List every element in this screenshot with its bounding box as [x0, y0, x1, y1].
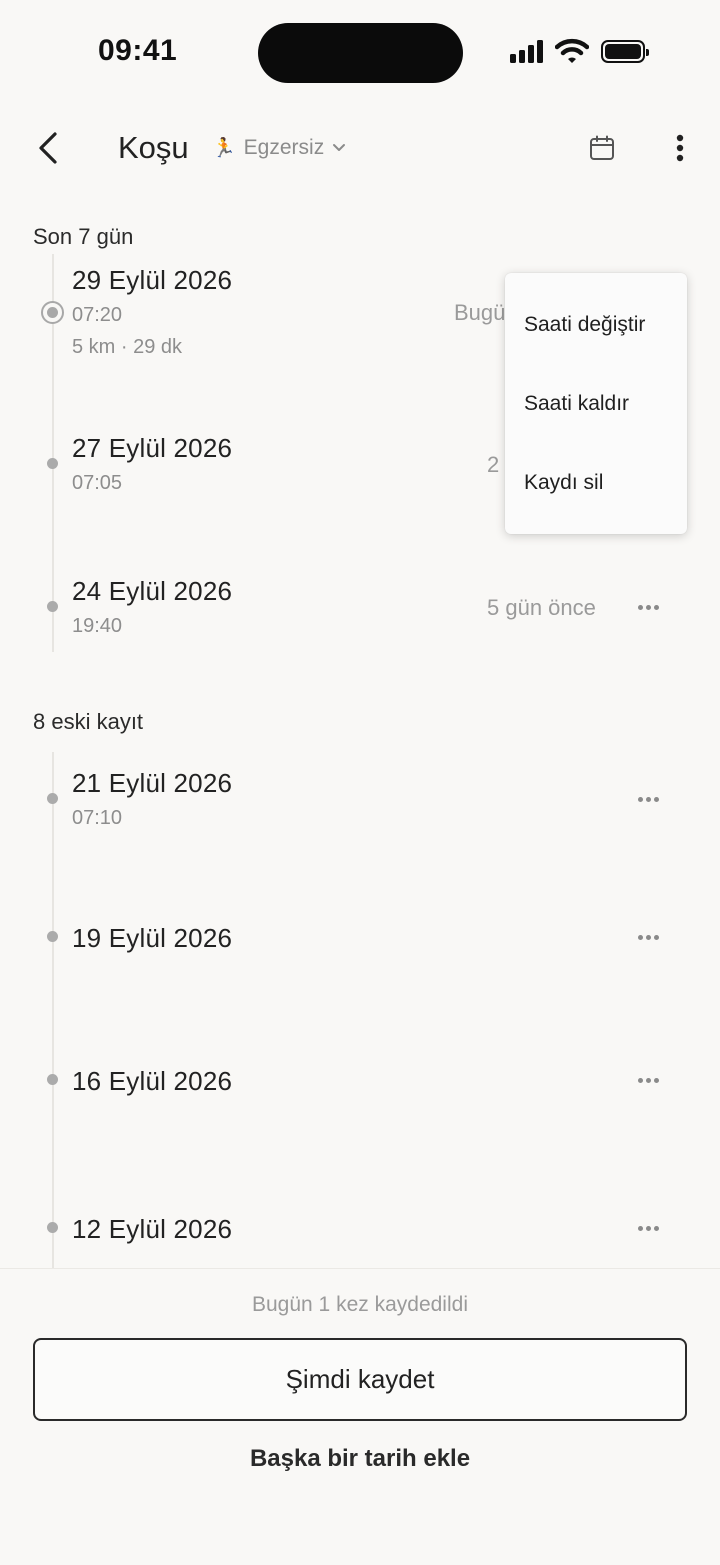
log-now-button[interactable]: Şimdi kaydet — [33, 1338, 687, 1421]
battery-icon — [601, 39, 649, 63]
wifi-icon — [555, 38, 589, 63]
more-options-button[interactable] — [662, 128, 698, 168]
entry-options-button[interactable] — [630, 1070, 666, 1090]
entry-relative-time: 5 gün önce — [487, 595, 596, 620]
back-button[interactable] — [28, 128, 68, 168]
entry-date: 24 Eylül 2026 — [72, 576, 233, 606]
entry-date: 27 Eylül 2026 — [72, 433, 233, 463]
entry-time: 07:10 — [72, 807, 123, 829]
entry-date: 29 Eylül 2026 — [72, 265, 233, 295]
dynamic-island — [258, 23, 463, 83]
entry-time: 07:20 — [72, 304, 123, 326]
timeline-dot — [47, 458, 58, 469]
list-item[interactable]: 16 Eylül 2026 — [0, 1063, 720, 1103]
today-count-status: Bugün 1 kez kaydedildi — [252, 1293, 468, 1316]
timeline-dot — [47, 793, 58, 804]
entry-options-button[interactable] — [630, 927, 666, 947]
current-entry-dot — [41, 301, 64, 324]
status-icons — [510, 38, 649, 64]
menu-item-delete-entry[interactable]: Kaydı sil — [524, 471, 603, 495]
timeline-dot — [47, 931, 58, 942]
app-header: Koşu 🏃 Egzersiz — [0, 110, 720, 190]
entry-details: 5 km · 29 dk — [72, 336, 183, 358]
cellular-signal-icon — [510, 39, 543, 63]
list-item[interactable]: 21 Eylül 2026 07:10 — [0, 765, 720, 845]
section-label-recent: Son 7 gün — [33, 224, 134, 249]
menu-item-change-time[interactable]: Saati değiştir — [524, 313, 645, 337]
entry-options-button[interactable] — [630, 789, 666, 809]
category-dropdown[interactable]: 🏃 Egzersiz — [212, 136, 346, 160]
chevron-down-icon — [333, 144, 346, 151]
add-other-date-button[interactable]: Başka bir tarih ekle — [0, 1445, 720, 1473]
timeline-dot — [47, 601, 58, 612]
category-label: Egzersiz — [243, 136, 325, 159]
list-item[interactable]: 12 Eylül 2026 — [0, 1211, 720, 1251]
status-bar: 09:41 — [0, 0, 720, 100]
section-label-older: 8 eski kayıt — [33, 709, 144, 734]
entry-date: 19 Eylül 2026 — [72, 923, 233, 953]
entry-date: 16 Eylül 2026 — [72, 1066, 233, 1096]
status-time: 09:41 — [98, 34, 178, 67]
timeline-dot — [47, 1222, 58, 1233]
calendar-button[interactable] — [584, 130, 620, 166]
context-menu: Saati değiştir Saati kaldır Kaydı sil — [505, 273, 687, 534]
footer: Bugün 1 kez kaydedildi Şimdi kaydet Başk… — [0, 1268, 720, 1565]
vertical-ellipsis-icon — [676, 134, 684, 162]
entry-options-button[interactable] — [630, 597, 666, 617]
page-title: Koşu — [118, 130, 189, 165]
list-item[interactable]: 24 Eylül 2026 19:40 5 gün önce — [0, 573, 720, 653]
entry-date: 21 Eylül 2026 — [72, 768, 233, 798]
menu-item-remove-time[interactable]: Saati kaldır — [524, 392, 629, 416]
chevron-left-icon — [39, 132, 57, 164]
list-item[interactable]: 19 Eylül 2026 — [0, 920, 720, 960]
entry-date: 12 Eylül 2026 — [72, 1214, 233, 1244]
entry-time: 19:40 — [72, 615, 123, 637]
calendar-icon — [590, 135, 614, 160]
runner-icon: 🏃 — [212, 138, 236, 159]
entry-time: 07:05 — [72, 472, 123, 494]
timeline-dot — [47, 1074, 58, 1085]
entry-options-button[interactable] — [630, 1218, 666, 1238]
